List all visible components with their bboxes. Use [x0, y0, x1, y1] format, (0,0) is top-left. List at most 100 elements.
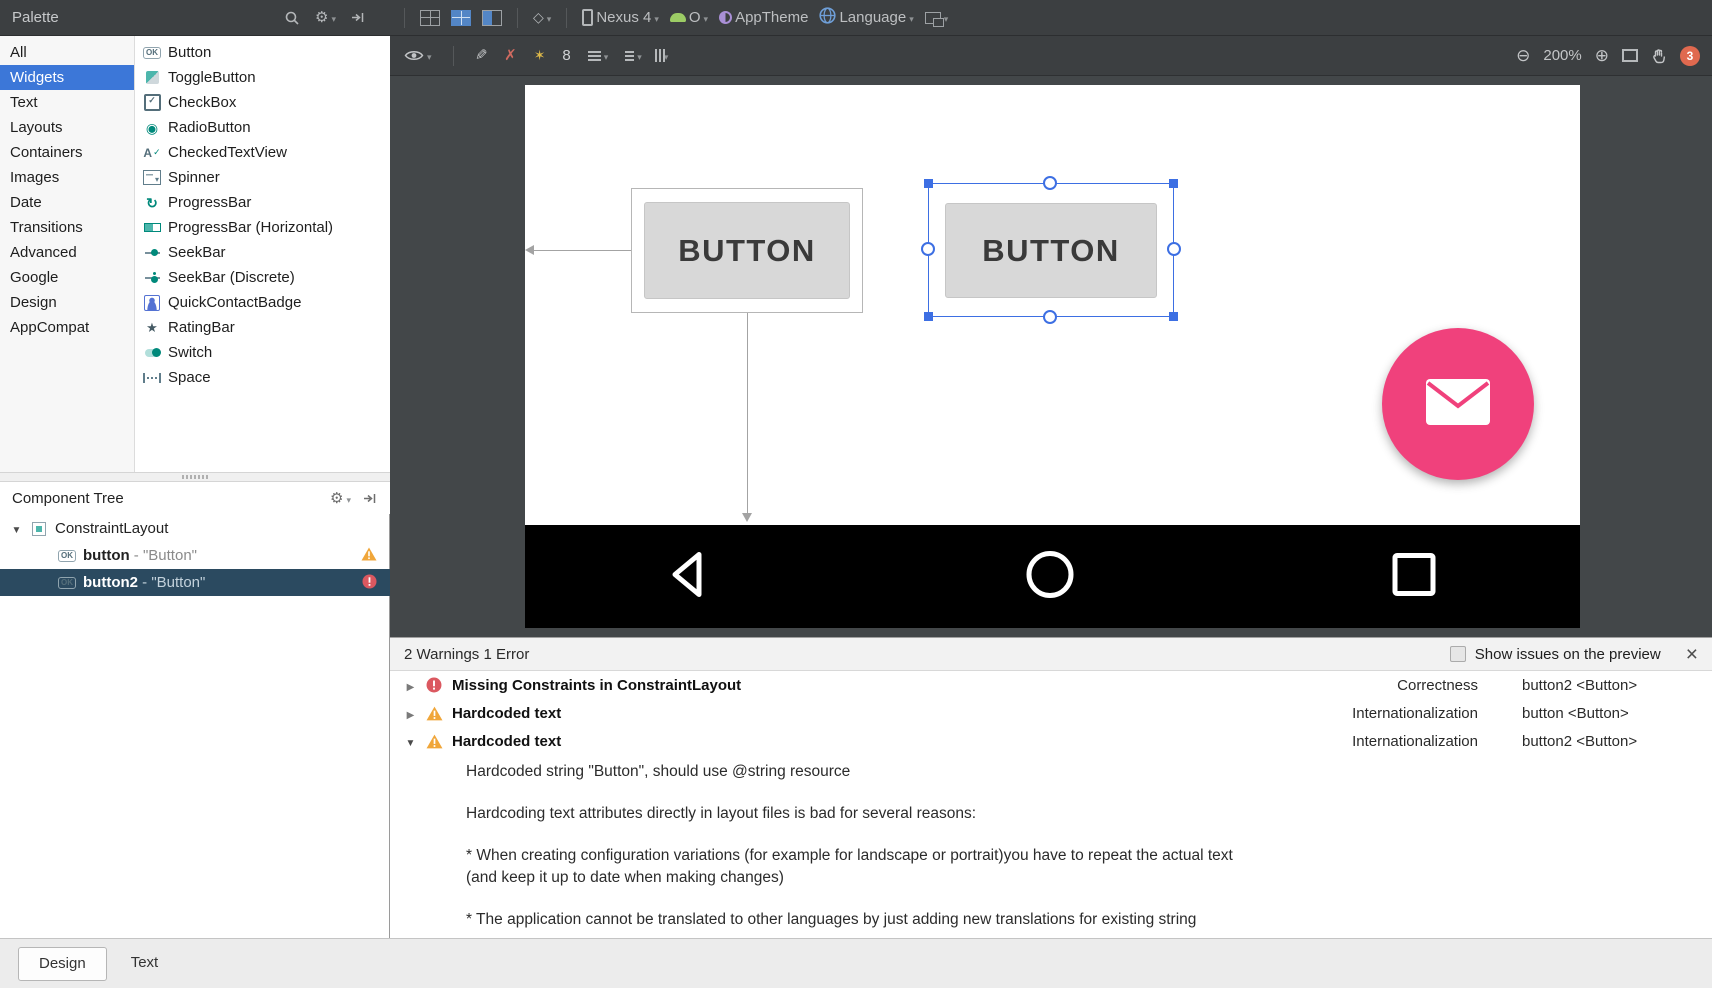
email-icon — [1425, 378, 1491, 431]
palette-settings-gear-icon[interactable] — [315, 9, 336, 27]
tab-text[interactable]: Text — [111, 947, 179, 981]
tree-node-constraintlayout[interactable]: ConstraintLayout — [0, 515, 390, 542]
palette-category-images[interactable]: Images — [0, 165, 134, 190]
palette-category-appcompat[interactable]: AppCompat — [0, 315, 134, 340]
infer-constraints-wand-icon[interactable] — [534, 47, 546, 65]
view-options-eye-icon[interactable] — [404, 47, 432, 65]
issue-row-hardcoded-text-2[interactable]: Hardcoded text Internationalization butt… — [390, 727, 1712, 755]
design-surface-toolbar: 8 200% 3 — [390, 36, 1712, 76]
issue-detail-line: Hardcoding text attributes directly in l… — [466, 805, 977, 822]
button2-widget[interactable]: BUTTON — [945, 203, 1157, 298]
palette-category-design[interactable]: Design — [0, 290, 134, 315]
palette-item-seekbar[interactable]: SeekBar — [136, 240, 390, 265]
expand-collapse-icon[interactable] — [404, 705, 417, 722]
close-icon[interactable] — [1686, 644, 1698, 665]
palette-category-advanced[interactable]: Advanced — [0, 240, 134, 265]
resize-handle-top-right[interactable] — [1169, 179, 1178, 188]
palette-item-progressbar[interactable]: ProgressBar — [136, 190, 390, 215]
issue-row-missing-constraints[interactable]: Missing Constraints in ConstraintLayout … — [390, 671, 1712, 699]
button1-widget[interactable]: BUTTON — [644, 202, 850, 299]
palette-item-ratingbar[interactable]: RatingBar — [136, 315, 390, 340]
palette-item-button[interactable]: Button — [136, 40, 390, 65]
resize-handle-bottom-right[interactable] — [1169, 312, 1178, 321]
radiobutton-widget-icon — [143, 119, 161, 136]
device-selector[interactable]: Nexus 4 — [582, 9, 659, 27]
palette-category-date[interactable]: Date — [0, 190, 134, 215]
blueprint-mode-icon[interactable] — [451, 9, 471, 26]
issue-detail-line: Hardcoded string "Button", should use @s… — [466, 763, 851, 780]
constraint-anchor-left[interactable] — [921, 242, 935, 256]
theme-selector[interactable]: AppTheme — [719, 9, 808, 26]
palette-category-layouts[interactable]: Layouts — [0, 115, 134, 140]
clear-constraints-icon[interactable] — [504, 46, 517, 65]
palette-item-progressbar-horizontal[interactable]: ProgressBar (Horizontal) — [136, 215, 390, 240]
language-selector[interactable]: Language — [819, 6, 913, 29]
spinner-widget-icon — [143, 169, 161, 186]
pan-hand-icon[interactable] — [1651, 48, 1667, 64]
tree-node-button[interactable]: button - "Button" — [0, 542, 390, 569]
palette-category-all[interactable]: All — [0, 40, 134, 65]
palette-item-checkedtextview[interactable]: CheckedTextView — [136, 140, 390, 165]
palette-item-label: Space — [168, 369, 211, 386]
panel-splitter[interactable] — [0, 472, 390, 482]
issue-detail-line: * The application cannot be translated t… — [466, 911, 1197, 928]
design-mode-icon[interactable] — [420, 9, 440, 26]
autoconnect-brush-icon[interactable] — [475, 46, 488, 65]
default-margins-icon[interactable] — [587, 47, 609, 65]
expand-collapse-icon[interactable] — [404, 677, 417, 694]
palette-item-label: CheckedTextView — [168, 144, 287, 161]
design-surface[interactable]: BUTTON BUTTON — [390, 76, 1712, 637]
home-icon — [1023, 547, 1077, 606]
palette-category-widgets[interactable]: Widgets — [0, 65, 134, 90]
search-icon[interactable] — [284, 10, 300, 26]
resize-handle-bottom-left[interactable] — [924, 312, 933, 321]
issue-title: Missing Constraints in ConstraintLayout — [452, 676, 742, 694]
palette-category-containers[interactable]: Containers — [0, 140, 134, 165]
palette-item-seekbar-discrete[interactable]: SeekBar (Discrete) — [136, 265, 390, 290]
constraint-anchor-bottom[interactable] — [1043, 310, 1057, 324]
orientation-icon[interactable] — [533, 9, 551, 27]
tab-design[interactable]: Design — [18, 946, 107, 981]
palette-item-radiobutton[interactable]: RadioButton — [136, 115, 390, 140]
api-level-selector[interactable]: O — [669, 9, 708, 27]
palette-item-space[interactable]: Space — [136, 365, 390, 390]
zoom-to-fit-icon[interactable] — [1622, 49, 1638, 62]
resize-handle-top-left[interactable] — [924, 179, 933, 188]
palette-item-label: ProgressBar (Horizontal) — [168, 219, 334, 236]
fab-widget[interactable] — [1382, 328, 1534, 480]
expand-collapse-icon[interactable] — [404, 733, 417, 750]
align-icon[interactable] — [625, 47, 642, 65]
hide-palette-icon[interactable] — [351, 11, 364, 24]
issue-detail-subline: * When creating configuration variations… — [466, 847, 1233, 864]
button2-selection-box[interactable]: BUTTON — [921, 176, 1181, 324]
palette-category-google[interactable]: Google — [0, 265, 134, 290]
pack-distribute-icon[interactable] — [654, 47, 669, 65]
tree-node-button2[interactable]: button2 - "Button" — [0, 569, 390, 596]
zoom-out-button[interactable] — [1516, 46, 1530, 66]
palette-item-quickcontactbadge[interactable]: QuickContactBadge — [136, 290, 390, 315]
button1-bounds[interactable]: BUTTON — [631, 188, 863, 313]
palette-item-label: Button — [168, 44, 212, 61]
checkbox-widget-icon — [143, 94, 161, 111]
default-margin-value[interactable]: 8 — [562, 47, 570, 64]
both-mode-icon[interactable] — [482, 9, 502, 26]
constraint-anchor-top[interactable] — [1043, 176, 1057, 190]
palette-category-text[interactable]: Text — [0, 90, 134, 115]
palette-item-spinner[interactable]: Spinner — [136, 165, 390, 190]
issue-title: Hardcoded text — [452, 732, 562, 750]
issue-row-hardcoded-text-1[interactable]: Hardcoded text Internationalization butt… — [390, 699, 1712, 727]
palette-category-transitions[interactable]: Transitions — [0, 215, 134, 240]
layout-variant-selector[interactable] — [924, 9, 949, 27]
palette-item-checkbox[interactable]: CheckBox — [136, 90, 390, 115]
zoom-in-button[interactable] — [1595, 46, 1609, 66]
component-tree-settings-gear-icon[interactable] — [330, 490, 351, 507]
constraint-arrow-left — [525, 245, 631, 255]
palette-components: Button ToggleButton CheckBox RadioButton… — [136, 36, 390, 472]
expand-collapse-icon[interactable] — [10, 520, 23, 537]
palette-item-switch[interactable]: Switch — [136, 340, 390, 365]
show-issues-checkbox[interactable] — [1449, 646, 1466, 662]
issue-count-badge[interactable]: 3 — [1680, 45, 1700, 66]
palette-item-togglebutton[interactable]: ToggleButton — [136, 65, 390, 90]
hide-component-tree-icon[interactable] — [363, 492, 376, 505]
constraint-anchor-right[interactable] — [1167, 242, 1181, 256]
